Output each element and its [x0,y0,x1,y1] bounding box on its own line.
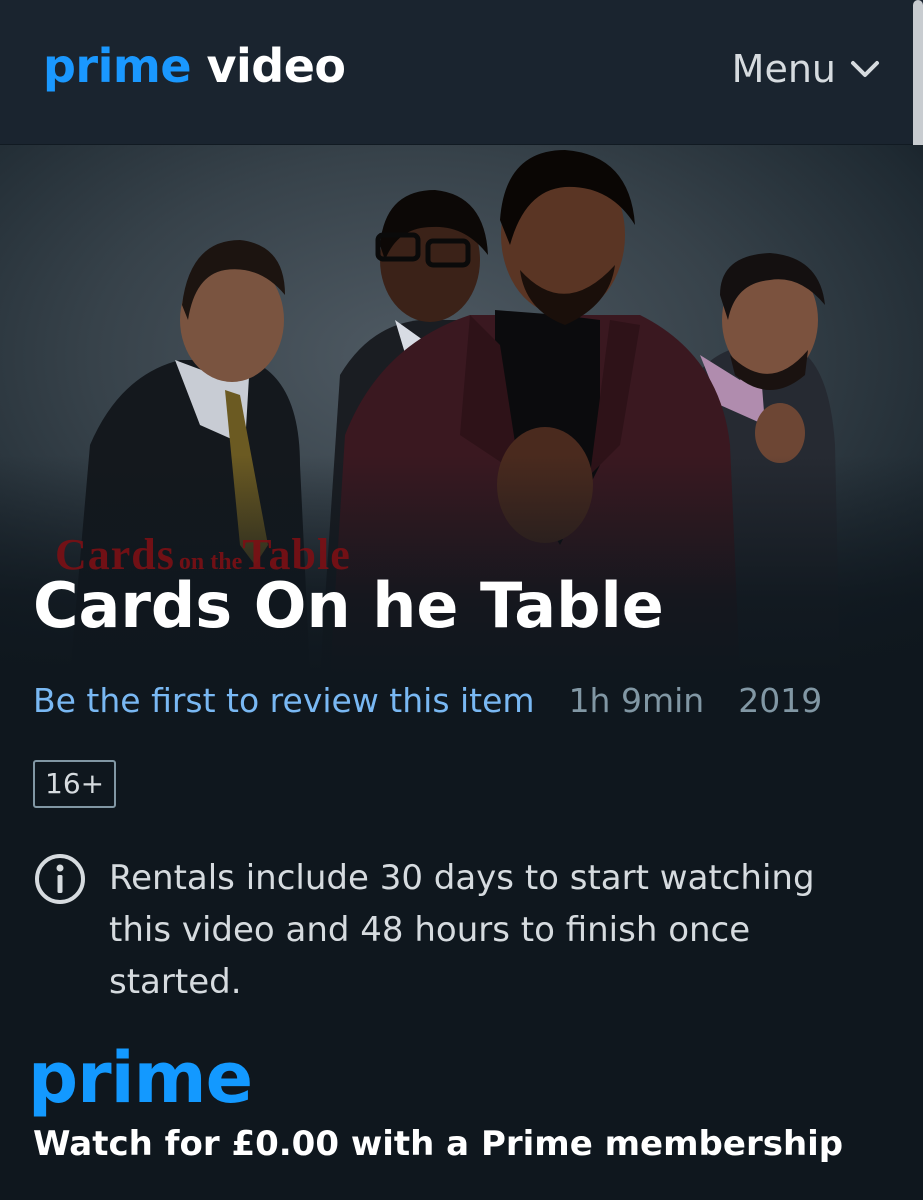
prime-offer-text[interactable]: Watch for £0.00 with a Prime membership [33,1124,843,1164]
menu-button[interactable]: Menu [732,44,880,94]
prime-video-logo[interactable]: prime video [43,38,346,94]
logo-video-text: video [206,39,346,93]
meta-row: Be the first to review this item 1h 9min… [33,676,822,724]
page-scrollbar[interactable] [913,0,923,150]
top-header: prime video Menu [0,0,923,150]
detail-page: prime video Menu Cards on theTable Cards… [0,0,923,1200]
rental-info: Rentals include 30 days to start watchin… [33,852,893,1008]
menu-label: Menu [731,47,836,91]
runtime: 1h 9min [568,680,705,720]
chevron-down-icon [851,61,879,77]
rental-info-text: Rentals include 30 days to start watchin… [109,858,815,1002]
release-year: 2019 [738,680,823,720]
prime-logo: prime [28,1037,253,1119]
page-title: Cards On he Table [33,569,664,642]
age-rating-badge: 16+ [33,760,117,808]
logo-prime-text: prime [43,39,192,93]
review-link[interactable]: Be the first to review this item [33,681,535,720]
info-icon [35,854,85,904]
